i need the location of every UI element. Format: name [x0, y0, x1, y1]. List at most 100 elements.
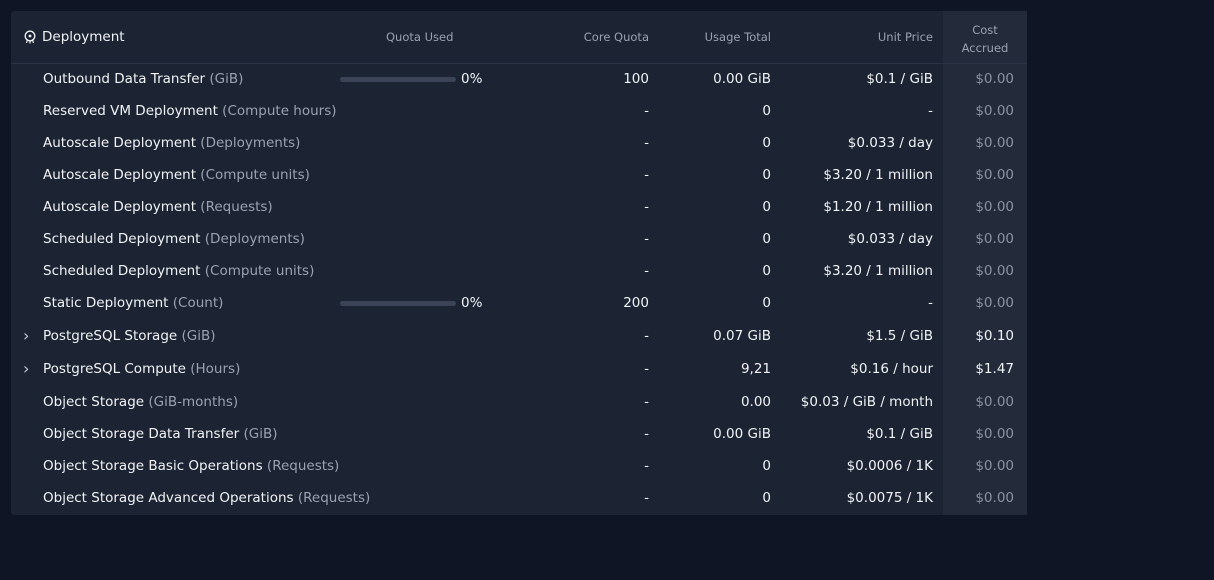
row-unit-label: (GiB) — [243, 426, 278, 442]
quota-progress-bar — [340, 301, 456, 306]
row-name: Autoscale Deployment (Requests) — [43, 191, 273, 223]
cost-accrued-value: $0.10 — [975, 328, 1014, 344]
table-row[interactable]: › PostgreSQL Storage (GiB) - 0.07 GiB $1.5 /… — [11, 320, 1027, 353]
table-row[interactable]: › PostgreSQL Compute (Hours) -9,21 $0.16 / … — [11, 353, 1027, 386]
deployment-usage-panel: Deployment Quota Used Core Quota Usage T… — [11, 11, 1027, 515]
core-quota-value: - — [644, 490, 649, 506]
row-unit-label: (Count) — [172, 295, 224, 311]
chevron-right-icon[interactable]: › — [23, 353, 37, 385]
row-name-label: Object Storage Data Transfer — [43, 426, 240, 442]
usage-total-value: 0.00 GiB — [713, 426, 771, 442]
table-row: Scheduled Deployment (Compute units) - 0 $3… — [11, 255, 1027, 287]
col-header-cost-accrued: Cost Accrued — [943, 21, 1027, 57]
table-row: Autoscale Deployment (Requests) - 0 $1.20 /… — [11, 191, 1027, 223]
core-quota-value: - — [644, 135, 649, 151]
unit-price-value: $0.16 / hour — [850, 361, 933, 377]
usage-total-value: 0.07 GiB — [713, 328, 771, 344]
core-quota-value: - — [644, 458, 649, 474]
unit-price-value: $0.0006 / 1K — [846, 458, 933, 474]
cost-accrued-value: $0.00 — [975, 71, 1014, 87]
row-name-label: Autoscale Deployment — [43, 135, 196, 151]
core-quota-value: 200 — [623, 295, 649, 311]
usage-total-value: 0.00 — [740, 394, 771, 410]
row-name: Reserved VM Deployment (Compute hours) — [43, 95, 337, 127]
row-name-label: Object Storage Advanced Operations — [43, 490, 294, 506]
core-quota-value: - — [644, 328, 649, 344]
unit-price-value: $0.0075 / 1K — [846, 490, 933, 506]
quota-progress-bar — [340, 77, 456, 82]
usage-total-value: 0 — [762, 458, 771, 474]
row-name-label: Scheduled Deployment — [43, 231, 201, 247]
table-row: Object Storage Basic Operations (Request… — [11, 450, 1027, 482]
core-quota-value: - — [644, 167, 649, 183]
table-row: Autoscale Deployment (Deployments) - 0 $0.0… — [11, 127, 1027, 159]
cost-accrued-value: $0.00 — [975, 295, 1014, 311]
row-unit-label: (Deployments) — [204, 231, 305, 247]
unit-price-value: $0.033 / day — [847, 135, 933, 151]
cost-accrued-value: $0.00 — [975, 263, 1014, 279]
row-name-label: Static Deployment — [43, 295, 169, 311]
usage-total-value: 0 — [762, 231, 771, 247]
chevron-right-icon[interactable]: › — [23, 320, 37, 352]
row-name: Object Storage Advanced Operations (Requ… — [43, 482, 370, 514]
cost-accrued-value: $0.00 — [975, 167, 1014, 183]
core-quota-value: - — [644, 103, 649, 119]
unit-price-value: - — [928, 103, 933, 119]
usage-total-value: 0 — [762, 490, 771, 506]
row-name: Static Deployment (Count) — [43, 287, 223, 319]
table-row: Object Storage Data Transfer (GiB) - 0.00 … — [11, 418, 1027, 450]
quota-percent: 0% — [461, 295, 483, 311]
row-name: Scheduled Deployment (Deployments) — [43, 223, 305, 255]
row-name: Object Storage (GiB-months) — [43, 386, 238, 418]
usage-total-value: 0 — [762, 263, 771, 279]
row-unit-label: (GiB) — [181, 328, 216, 344]
unit-price-value: $1.5 / GiB — [866, 328, 933, 344]
row-name: Object Storage Data Transfer (GiB) — [43, 418, 278, 450]
unit-price-value: $3.20 / 1 million — [823, 167, 933, 183]
core-quota-value: - — [644, 231, 649, 247]
col-header-cost-accrued-line1: Cost — [972, 23, 998, 37]
row-unit-label: (Requests) — [266, 458, 340, 474]
section-title: Deployment — [23, 28, 125, 46]
row-name: Autoscale Deployment (Deployments) — [43, 127, 300, 159]
row-name-label: Object Storage Basic Operations — [43, 458, 263, 474]
core-quota-value: - — [644, 263, 649, 279]
core-quota-value: - — [644, 199, 649, 215]
row-unit-label: (GiB-months) — [148, 394, 239, 410]
unit-price-value: $3.20 / 1 million — [823, 263, 933, 279]
table-row: Reserved VM Deployment (Compute hours) - 0… — [11, 95, 1027, 127]
row-unit-label: (GiB) — [209, 71, 244, 87]
col-header-unit-price: Unit Price — [877, 30, 933, 44]
row-name-label: Object Storage — [43, 394, 145, 410]
row-name: Object Storage Basic Operations (Request… — [43, 450, 339, 482]
unit-price-value: $1.20 / 1 million — [823, 199, 933, 215]
cost-accrued-value: $0.00 — [975, 426, 1014, 442]
section-title-label: Deployment — [42, 29, 125, 45]
unit-price-value: $0.033 / day — [847, 231, 933, 247]
row-unit-label: (Deployments) — [200, 135, 301, 151]
row-name: PostgreSQL Storage (GiB) — [43, 320, 216, 352]
core-quota-value: 100 — [623, 71, 649, 87]
cost-accrued-value: $1.47 — [975, 361, 1014, 377]
row-name-label: Scheduled Deployment — [43, 263, 201, 279]
cost-accrued-value: $0.00 — [975, 103, 1014, 119]
unit-price-value: $0.1 / GiB — [866, 71, 933, 87]
usage-total-value: 0 — [762, 103, 771, 119]
usage-total-value: 0 — [762, 167, 771, 183]
row-unit-label: (Requests) — [297, 490, 371, 506]
core-quota-value: - — [644, 394, 649, 410]
usage-total-value: 0 — [762, 295, 771, 311]
core-quota-value: - — [644, 361, 649, 377]
table-header: Deployment Quota Used Core Quota Usage T… — [11, 11, 1027, 64]
row-name-label: Autoscale Deployment — [43, 167, 196, 183]
usage-total-value: 0 — [762, 199, 771, 215]
usage-total-value: 9,21 — [740, 361, 771, 377]
row-name: Autoscale Deployment (Compute units) — [43, 159, 310, 191]
row-name-label: PostgreSQL Compute — [43, 361, 186, 377]
row-name-label: Outbound Data Transfer — [43, 71, 206, 87]
usage-total-value: 0.00 GiB — [713, 71, 771, 87]
row-name: Scheduled Deployment (Compute units) — [43, 255, 314, 287]
unit-price-value: $0.03 / GiB / month — [800, 394, 933, 410]
cost-accrued-value: $0.00 — [975, 135, 1014, 151]
cost-accrued-value: $0.00 — [975, 458, 1014, 474]
